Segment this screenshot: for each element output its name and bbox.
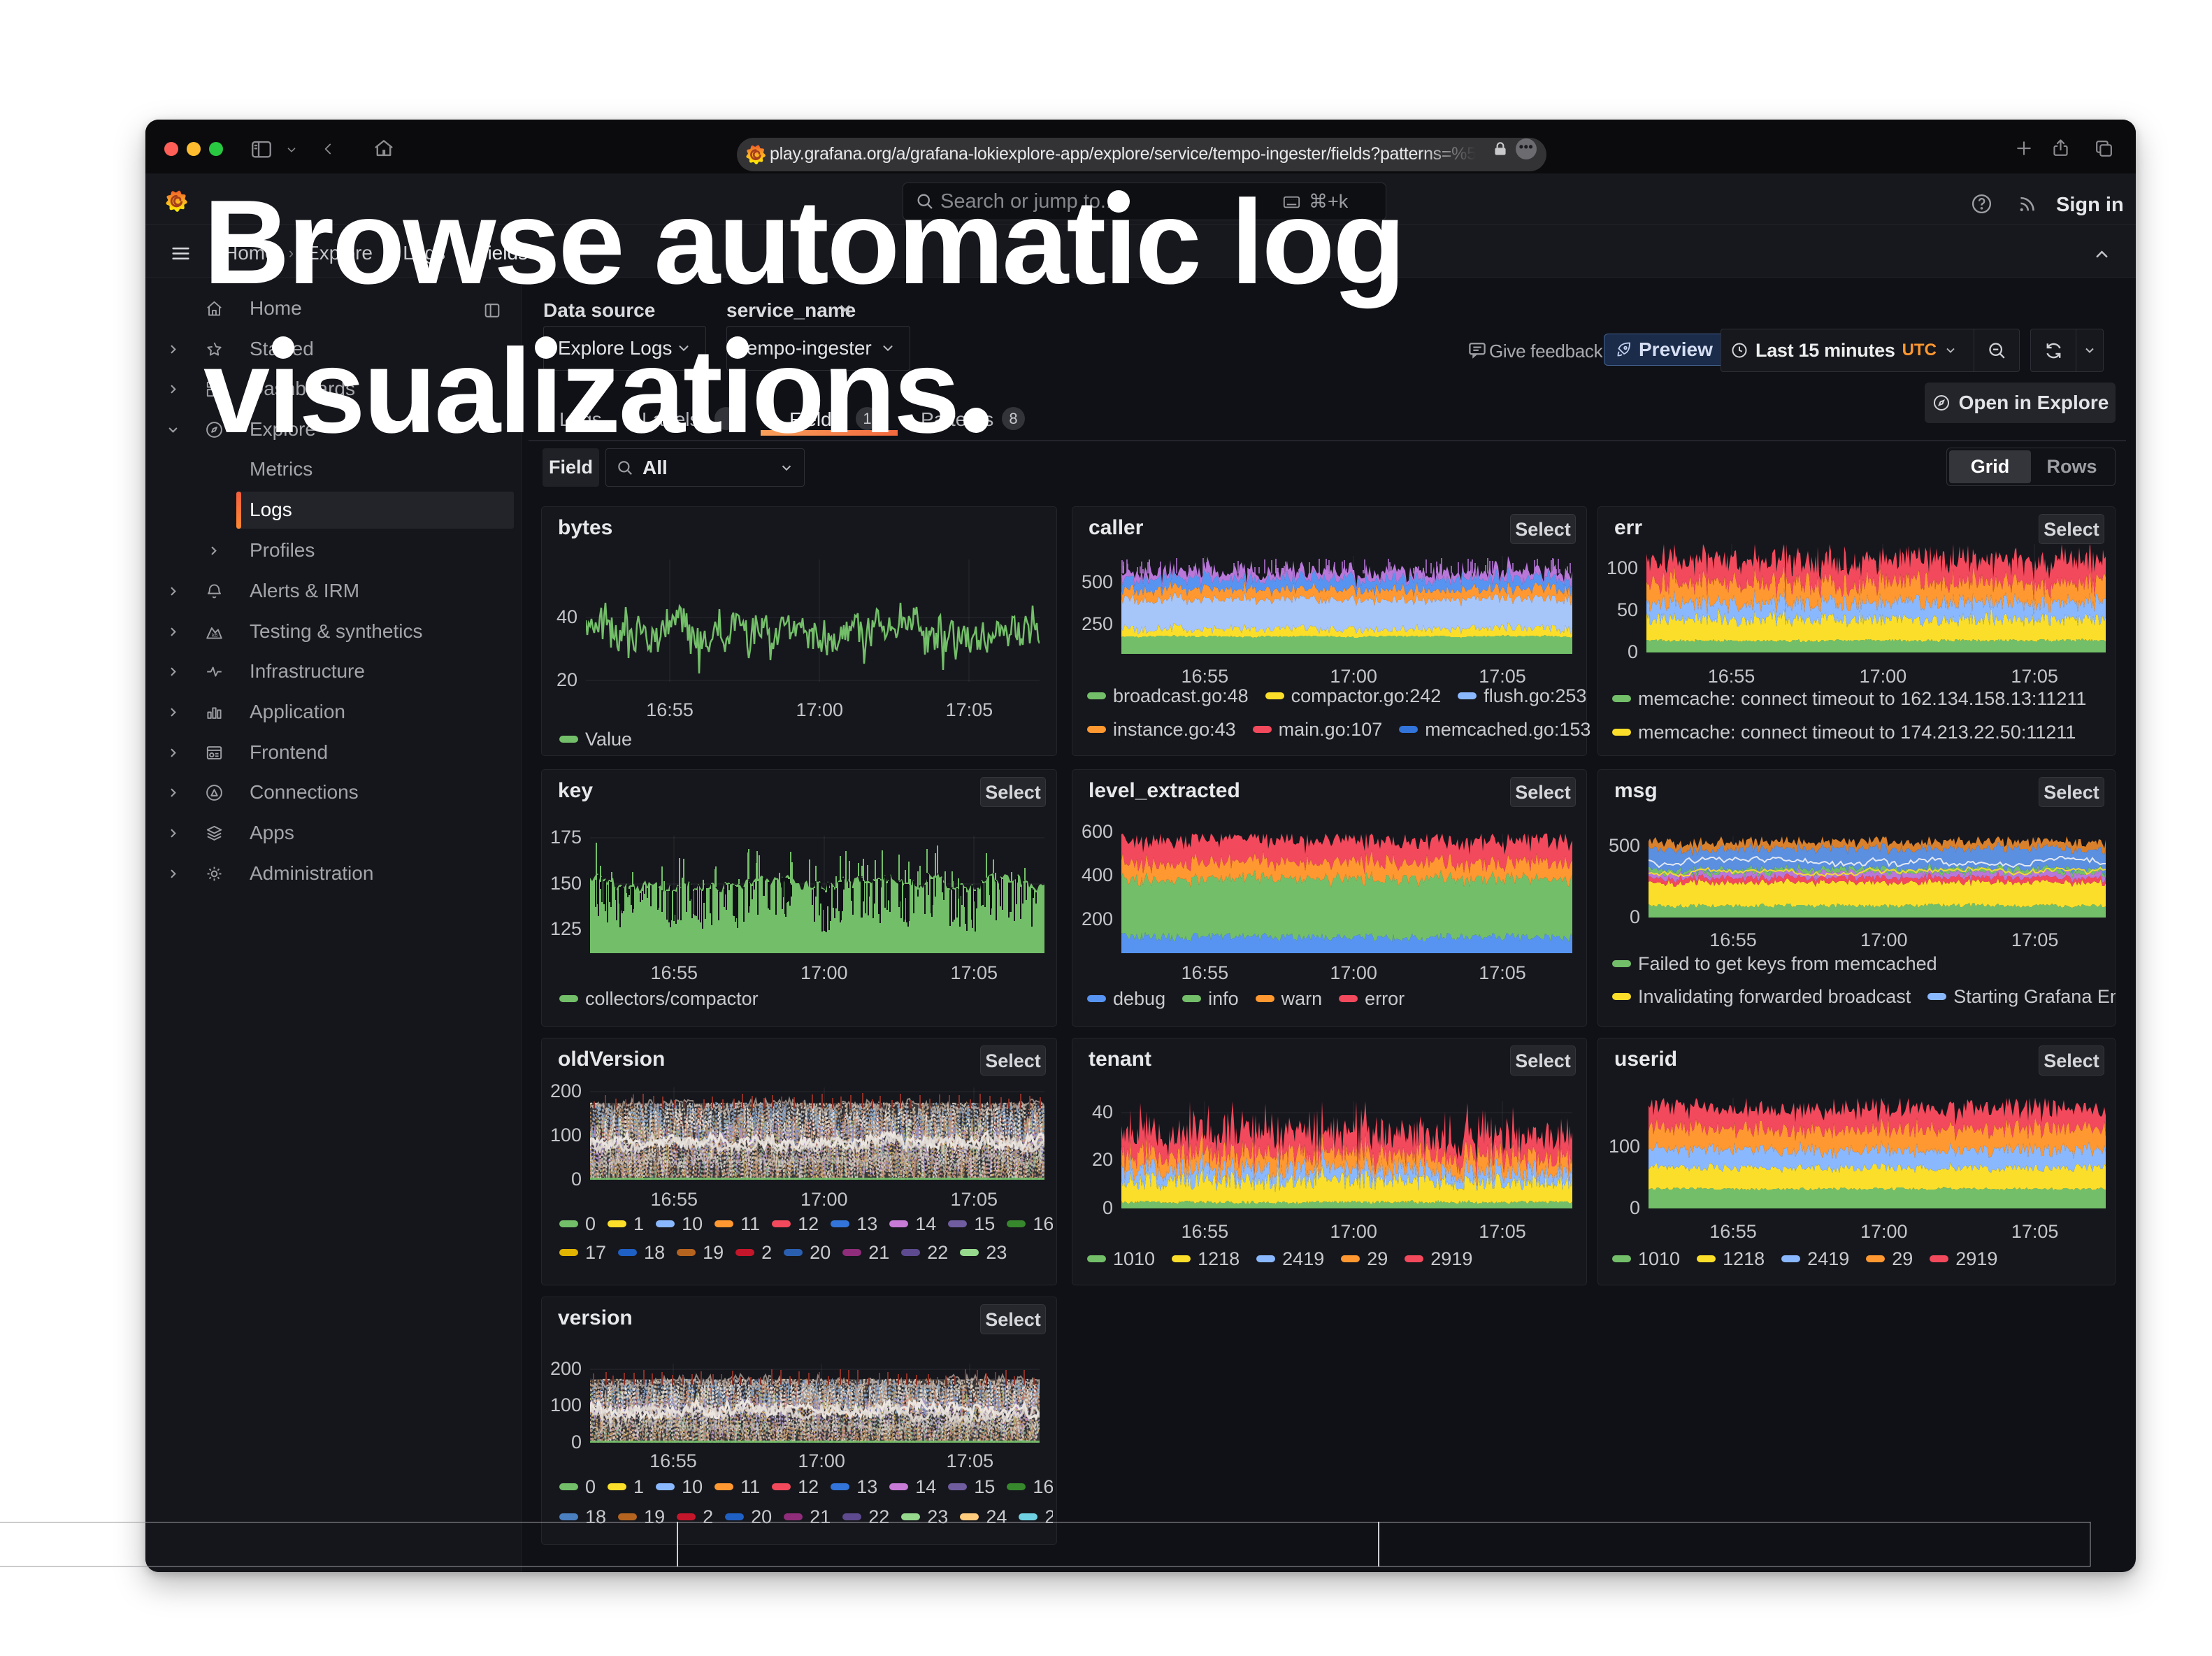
svg-text:k6: k6 — [212, 632, 218, 638]
